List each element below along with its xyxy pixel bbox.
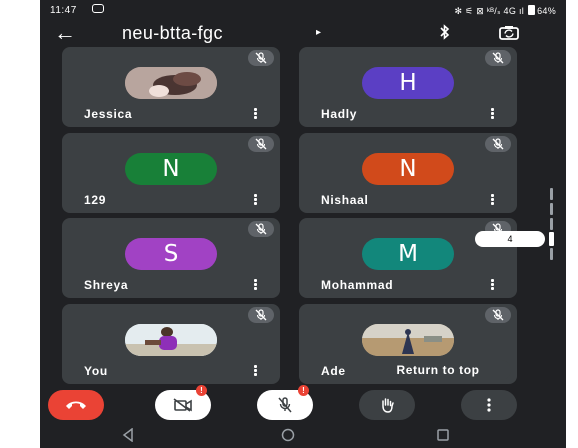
participant-name: You: [84, 364, 108, 378]
system-nav-bar: [40, 424, 566, 448]
status-time: 11:47: [50, 5, 77, 16]
page-indicator: 4: [475, 231, 545, 247]
mic-toggle-button[interactable]: !: [257, 385, 313, 420]
mic-muted-icon: [248, 50, 274, 66]
participant-tile[interactable]: Jessica: [62, 47, 280, 127]
raise-hand-button[interactable]: [359, 390, 415, 420]
mic-muted-icon: [248, 136, 274, 152]
participant-avatar: M: [362, 238, 454, 270]
switch-camera-icon[interactable]: [498, 25, 520, 41]
more-options-button[interactable]: [461, 390, 517, 420]
participant-tile[interactable]: You: [62, 304, 280, 384]
participant-name: Ade: [321, 364, 346, 378]
arrow-left-icon[interactable]: ←: [54, 22, 76, 44]
more-vert-icon[interactable]: [491, 279, 495, 291]
back-nav-icon[interactable]: [122, 427, 134, 447]
scroll-thumb[interactable]: [549, 232, 554, 246]
participant-avatar: S: [125, 238, 217, 270]
participant-name: Mohammad: [321, 278, 394, 292]
participant-photo: [125, 67, 217, 99]
mic-warning-badge: !: [298, 385, 309, 396]
page-scrollbar[interactable]: [549, 188, 555, 260]
participant-avatar: N: [362, 153, 454, 185]
participant-photo: [125, 324, 217, 356]
status-bar: 11:47 ✻ ⚟ ⊠ ᵏᴮ/ₛ 4G ıl 64%: [40, 0, 566, 22]
participant-tile[interactable]: H Hadly: [299, 47, 517, 127]
meet-screen: 11:47 ✻ ⚟ ⊠ ᵏᴮ/ₛ 4G ıl 64% ← neu-btta-fgc…: [40, 0, 566, 448]
more-vert-icon[interactable]: [491, 194, 495, 206]
mic-muted-icon: [485, 307, 511, 323]
battery-icon: [528, 5, 536, 15]
more-vert-icon[interactable]: [491, 108, 495, 120]
participant-name: 129: [84, 193, 107, 207]
status-signal-text: ✻ ⚟ ⊠ ᵏᴮ/ₛ 4G ıl: [454, 6, 525, 16]
mic-muted-icon: [485, 136, 511, 152]
return-to-top-button[interactable]: Return to top: [365, 360, 511, 380]
participant-name: Shreya: [84, 278, 129, 292]
call-header: ← neu-btta-fgc ▸: [40, 22, 566, 46]
caret-right-icon[interactable]: ▸: [316, 27, 321, 38]
mic-muted-icon: [248, 307, 274, 323]
participant-name: Nishaal: [321, 193, 369, 207]
participant-avatar: H: [362, 67, 454, 99]
participant-name: Hadly: [321, 107, 358, 121]
mic-muted-icon: [248, 221, 274, 237]
status-indicators: ✻ ⚟ ⊠ ᵏᴮ/ₛ 4G ıl 64%: [454, 5, 556, 17]
participant-name: Jessica: [84, 107, 133, 121]
home-nav-icon[interactable]: [280, 428, 296, 447]
camera-warning-badge: !: [196, 385, 207, 396]
more-vert-icon[interactable]: [254, 365, 258, 377]
participant-tile[interactable]: N Nishaal: [299, 133, 517, 213]
battery-level: 64%: [537, 6, 556, 16]
participant-avatar: N: [125, 153, 217, 185]
notification-icon: [92, 4, 104, 13]
participant-tile[interactable]: N 129: [62, 133, 280, 213]
recents-nav-icon[interactable]: [436, 428, 450, 447]
more-vert-icon[interactable]: [254, 194, 258, 206]
camera-toggle-button[interactable]: !: [155, 385, 211, 420]
participant-photo: [362, 324, 454, 356]
bluetooth-audio-icon[interactable]: [440, 24, 450, 43]
meeting-code[interactable]: neu-btta-fgc: [122, 23, 223, 44]
more-vert-icon[interactable]: [254, 108, 258, 120]
participant-tile[interactable]: S Shreya: [62, 218, 280, 298]
end-call-button[interactable]: [48, 390, 104, 420]
more-vert-icon[interactable]: [254, 279, 258, 291]
mic-muted-icon: [485, 50, 511, 66]
participant-tile[interactable]: M Mohammad: [299, 218, 517, 298]
